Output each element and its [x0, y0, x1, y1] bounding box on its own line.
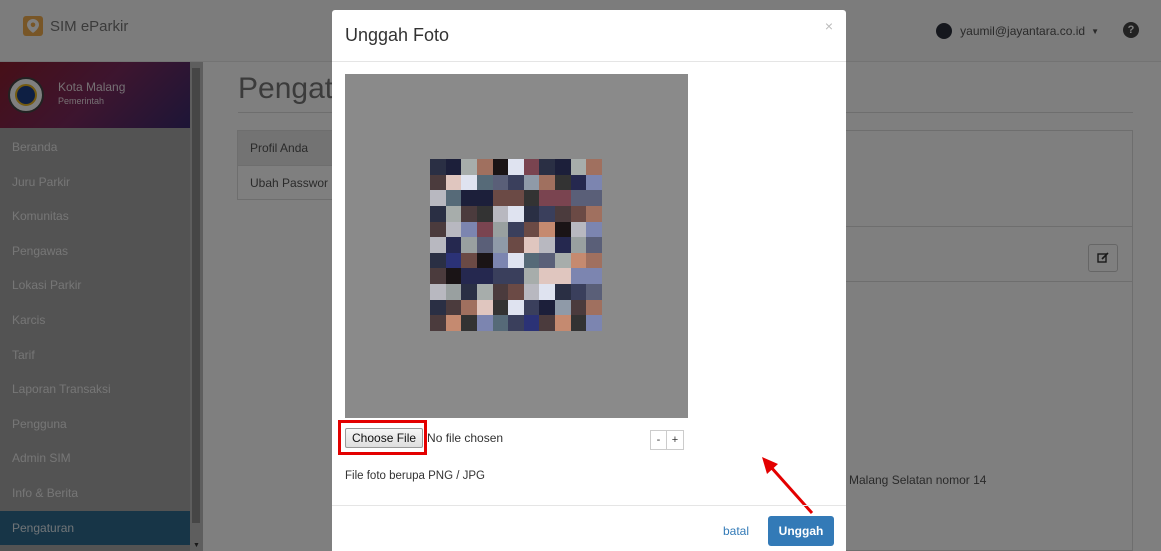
- modal-title: Unggah Foto: [345, 25, 450, 45]
- file-hint: File foto berupa PNG / JPG: [345, 470, 485, 482]
- cancel-link[interactable]: batal: [723, 524, 749, 538]
- modal-footer: batal Unggah: [332, 505, 846, 551]
- image-crop-area[interactable]: [345, 74, 688, 418]
- zoom-controls: - +: [650, 430, 684, 450]
- zoom-out-button[interactable]: -: [650, 430, 667, 450]
- upload-photo-modal: Unggah Foto × Choose File No file chosen…: [332, 10, 846, 551]
- file-status: No file chosen: [427, 431, 504, 445]
- zoom-in-button[interactable]: +: [667, 430, 684, 450]
- close-icon[interactable]: ×: [825, 18, 833, 34]
- choose-file-button[interactable]: Choose File: [345, 428, 424, 448]
- file-input: Choose File No file chosen: [345, 428, 503, 448]
- photo-preview: [430, 159, 602, 331]
- upload-button[interactable]: Unggah: [768, 516, 834, 546]
- modal-header: Unggah Foto ×: [332, 10, 846, 62]
